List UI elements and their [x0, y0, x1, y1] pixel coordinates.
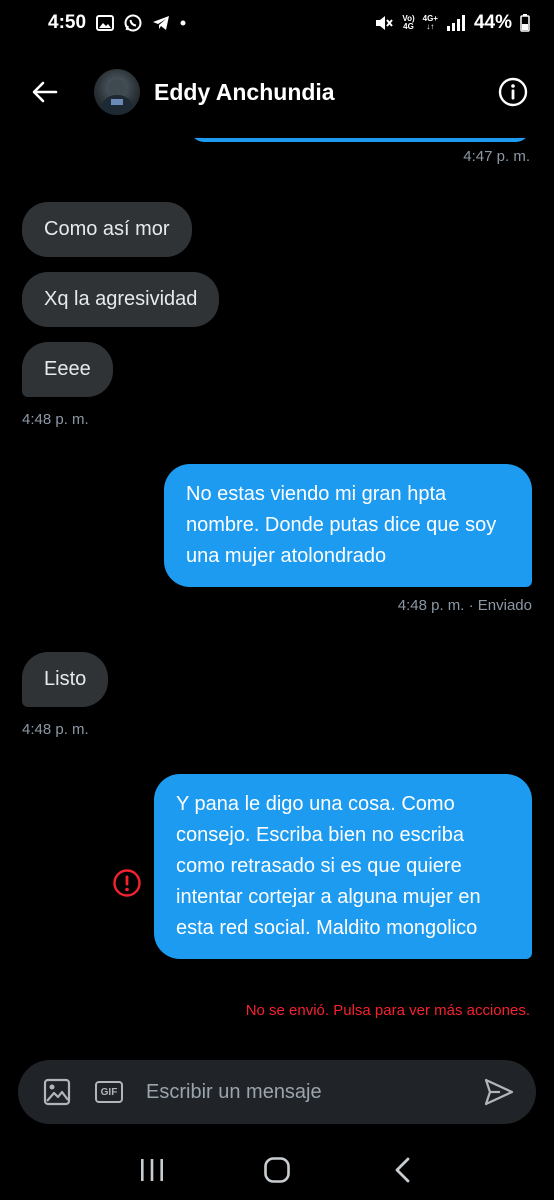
incoming-message[interactable]: Eeee — [22, 342, 113, 397]
gallery-notification-icon — [96, 15, 115, 31]
message-timestamp-sent: 4:48 p. m. · Enviado — [397, 597, 532, 614]
mute-icon — [374, 14, 394, 32]
status-time: 4:50 — [48, 12, 87, 33]
telegram-notification-icon — [152, 15, 170, 31]
outgoing-message[interactable]: No estas viendo mi gran hpta nombre. Don… — [164, 464, 532, 587]
image-icon — [43, 1078, 71, 1106]
message-list: 4:47 p. m. Como así mor Xq la agresivida… — [0, 128, 554, 1048]
send-failed-notice[interactable]: No se envió. Pulsa para ver más acciones… — [246, 1002, 530, 1019]
signal-icon — [446, 15, 466, 31]
incoming-message[interactable]: Como así mor — [22, 202, 192, 257]
incoming-message[interactable]: Listo — [22, 652, 109, 707]
send-button[interactable] — [482, 1075, 516, 1109]
recents-icon — [141, 1159, 164, 1181]
status-bar: 4:50 Vo) 4G 4G+ ↓↑ 44% — [0, 0, 554, 46]
avatar-body-shape — [100, 95, 134, 115]
message-input[interactable] — [146, 1072, 482, 1112]
send-icon — [484, 1078, 514, 1106]
incoming-message[interactable]: Xq la agresividad — [22, 272, 220, 327]
battery-icon — [520, 14, 530, 32]
system-back-button[interactable] — [382, 1150, 422, 1190]
data-arrows-icon: ↓↑ — [426, 22, 435, 31]
conversation-header: Eddy Anchundia — [0, 46, 554, 138]
error-icon — [113, 869, 141, 897]
whatsapp-notification-icon — [124, 14, 142, 32]
recents-button[interactable] — [132, 1150, 172, 1190]
send-failed-button[interactable] — [112, 868, 142, 898]
info-icon — [498, 77, 528, 107]
volte-indicator: Vo) 4G — [402, 15, 414, 31]
avatar-badge-shape — [111, 99, 123, 105]
outgoing-message-failed[interactable]: Y pana le digo una cosa. Como consejo. E… — [154, 774, 532, 959]
message-timestamp: 4:48 p. m. — [22, 721, 89, 738]
info-button[interactable] — [498, 77, 528, 107]
add-image-button[interactable] — [42, 1077, 72, 1107]
home-icon — [264, 1157, 290, 1183]
network-type-indicator: 4G+ ↓↑ — [423, 15, 438, 31]
message-timestamp: 4:47 p. m. — [463, 148, 530, 165]
back-arrow-icon — [32, 81, 58, 103]
gif-icon: GIF — [95, 1081, 123, 1103]
more-notifications-dot — [180, 20, 186, 26]
volte-bottom: 4G — [403, 22, 414, 31]
nav-back-icon — [395, 1157, 410, 1183]
home-button[interactable] — [257, 1150, 297, 1190]
back-button[interactable] — [30, 77, 60, 107]
message-timestamp: 4:48 p. m. — [22, 411, 89, 428]
battery-percent: 44% — [473, 12, 512, 33]
add-gif-button[interactable]: GIF — [94, 1077, 124, 1107]
contact-name[interactable]: Eddy Anchundia — [154, 79, 335, 106]
message-composer: GIF — [18, 1060, 536, 1124]
avatar[interactable] — [94, 69, 140, 115]
system-navigation-bar — [0, 1140, 554, 1200]
